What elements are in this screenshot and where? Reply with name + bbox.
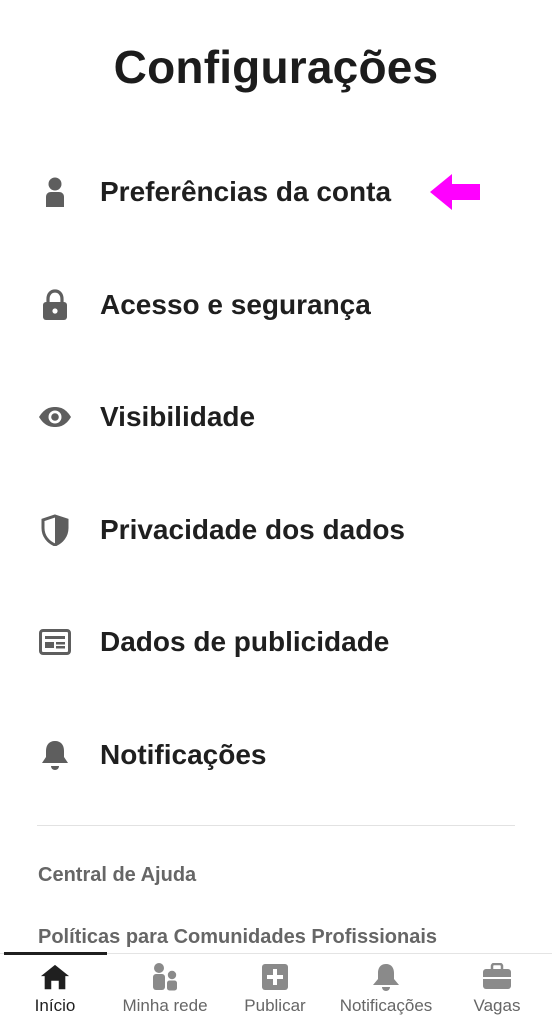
network-icon (150, 962, 180, 992)
bell-icon (371, 962, 401, 992)
help-center-link[interactable]: Central de Ajuda (38, 864, 196, 887)
nav-item-post[interactable]: Publicar (220, 954, 330, 1025)
menu-item-data-privacy[interactable]: Privacidade dos dados (0, 474, 552, 587)
menu-item-access-security[interactable]: Acesso e segurança (0, 249, 552, 362)
divider (37, 825, 515, 826)
nav-item-jobs[interactable]: Vagas (442, 954, 552, 1025)
menu-item-label: Preferências da conta (100, 176, 392, 208)
home-icon (40, 962, 70, 992)
menu-item-visibility[interactable]: Visibilidade (0, 361, 552, 474)
nav-label: Notificações (339, 996, 433, 1015)
person-icon (38, 175, 72, 209)
bottom-nav: Início Minha rede Publicar Notificações … (0, 952, 552, 1025)
menu-item-label: Dados de publicidade (100, 626, 390, 658)
nav-item-notifications[interactable]: Notificações (330, 954, 442, 1025)
nav-label: Início (34, 996, 76, 1015)
settings-menu: Preferências da conta Acesso e segurança… (0, 136, 552, 811)
bell-icon (38, 738, 72, 772)
ad-card-icon (38, 625, 72, 659)
nav-label: Vagas (473, 996, 521, 1015)
menu-item-label: Privacidade dos dados (100, 513, 405, 545)
menu-item-label: Visibilidade (100, 401, 256, 433)
magenta-arrow-icon (428, 172, 480, 212)
menu-item-account-preferences[interactable]: Preferências da conta (0, 136, 552, 249)
menu-item-label: Notificações (100, 738, 267, 770)
lock-icon (38, 288, 72, 322)
nav-item-my-network[interactable]: Minha rede (110, 954, 220, 1025)
nav-item-home[interactable]: Início (0, 954, 110, 1025)
menu-item-advertising-data[interactable]: Dados de publicidade (0, 586, 552, 699)
menu-item-label: Acesso e segurança (100, 288, 371, 320)
eye-icon (38, 400, 72, 434)
plus-square-icon (260, 962, 290, 992)
community-policies-link[interactable]: Políticas para Comunidades Profissionais (38, 926, 437, 949)
menu-item-notifications[interactable]: Notificações (0, 699, 552, 812)
nav-label: Publicar (244, 996, 306, 1015)
shield-icon (38, 513, 72, 547)
page-title: Configurações (113, 41, 439, 93)
nav-label: Minha rede (122, 996, 208, 1015)
briefcase-icon (482, 962, 512, 992)
